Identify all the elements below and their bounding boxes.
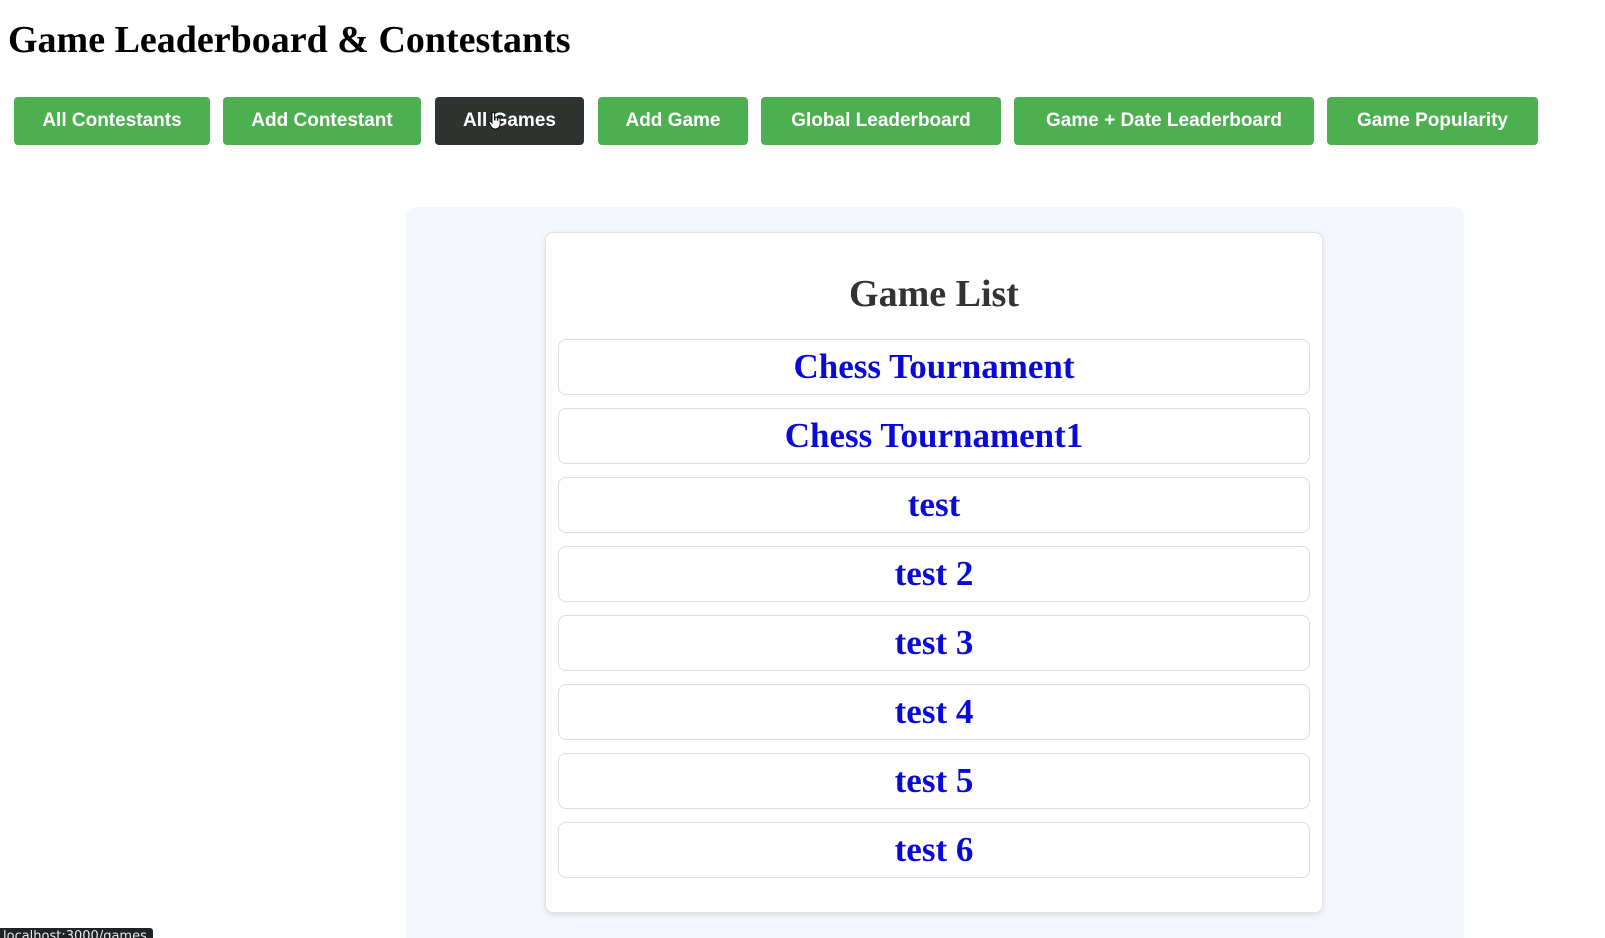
game-list-title: Game List: [849, 273, 1019, 315]
game-list-item[interactable]: test 3: [558, 615, 1310, 671]
game-list-item[interactable]: test 5: [558, 753, 1310, 809]
game-link[interactable]: test 3: [895, 623, 974, 662]
nav-add-game-button[interactable]: Add Game: [598, 97, 748, 145]
game-list-card: Game List Chess Tournament Chess Tournam…: [545, 232, 1323, 913]
game-link[interactable]: test 5: [895, 761, 974, 800]
game-link[interactable]: Chess Tournament: [793, 347, 1074, 386]
game-link[interactable]: test: [908, 485, 960, 524]
game-link[interactable]: test 6: [895, 830, 974, 869]
game-list-item[interactable]: test 2: [558, 546, 1310, 602]
nav-game-date-leaderboard-button[interactable]: Game + Date Leaderboard: [1014, 97, 1314, 145]
game-list-item[interactable]: test 4: [558, 684, 1310, 740]
nav-game-popularity-button[interactable]: Game Popularity: [1327, 97, 1538, 145]
hand-pointer-icon: [488, 112, 501, 130]
game-list-item[interactable]: Chess Tournament1: [558, 408, 1310, 464]
nav-add-contestant-button[interactable]: Add Contestant: [223, 97, 421, 145]
game-link[interactable]: test 4: [895, 692, 974, 731]
game-list-item[interactable]: Chess Tournament: [558, 339, 1310, 395]
nav-all-contestants-button[interactable]: All Contestants: [14, 97, 210, 145]
game-link[interactable]: test 2: [895, 554, 974, 593]
game-list-item[interactable]: test 6: [558, 822, 1310, 878]
nav-all-games-button[interactable]: All Games: [435, 97, 584, 145]
page-title: Game Leaderboard & Contestants: [8, 19, 571, 61]
game-link[interactable]: Chess Tournament1: [785, 416, 1084, 455]
nav-global-leaderboard-button[interactable]: Global Leaderboard: [761, 97, 1001, 145]
status-bar-url: localhost:3000/games: [0, 928, 153, 938]
game-list-item[interactable]: test: [558, 477, 1310, 533]
